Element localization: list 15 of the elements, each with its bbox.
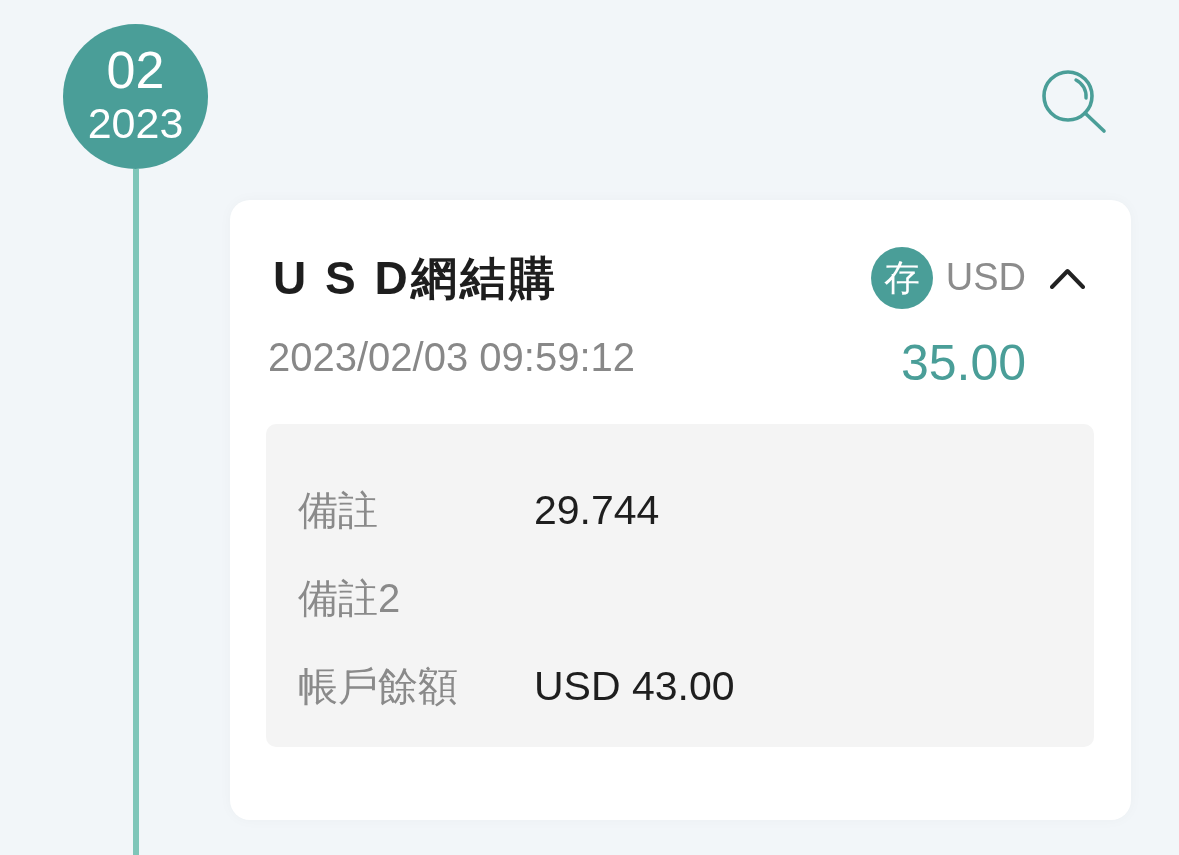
transaction-type-badge: 存 — [870, 247, 933, 309]
detail-value: 29.744 — [534, 486, 660, 534]
detail-label: 帳戶餘額 — [298, 662, 459, 710]
transaction-title: U S D網結購 — [273, 251, 558, 305]
currency-label: USD — [945, 255, 1026, 301]
detail-label: 備註 — [298, 486, 379, 534]
transaction-datetime: 2023/02/03 09:59:12 — [268, 334, 635, 381]
search-icon[interactable] — [1041, 69, 1107, 134]
month-label: 02 — [106, 44, 165, 96]
transaction-amount: 35.00 — [900, 334, 1026, 393]
chevron-up-icon[interactable] — [1050, 267, 1085, 289]
year-label: 2023 — [87, 102, 184, 145]
detail-label: 備註2 — [298, 574, 402, 622]
detail-value: USD 43.00 — [534, 662, 735, 710]
transaction-card[interactable]: U S D網結購 存 USD 2023/02/03 09:59:12 35.00 備註 29.744 備註2 帳戶餘額 USD 43.00 — [230, 200, 1131, 820]
